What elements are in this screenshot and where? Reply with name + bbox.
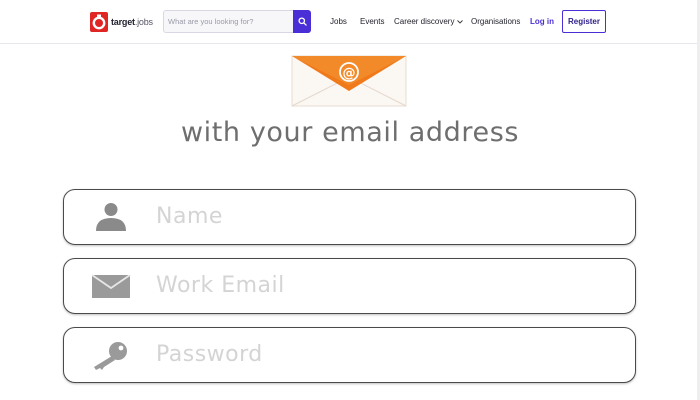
logo-text: target.jobs [111, 17, 153, 27]
envelope-at-symbol: @ [343, 66, 356, 81]
register-button[interactable]: Register [562, 10, 606, 33]
login-link[interactable]: Log in [530, 16, 554, 28]
work-email-input[interactable] [156, 259, 616, 312]
password-field[interactable] [63, 327, 636, 383]
logo-suffix: .jobs [134, 17, 153, 27]
chevron-down-icon [457, 16, 464, 28]
search-icon [297, 17, 307, 26]
logo-name: target [111, 17, 135, 27]
top-nav-bar: target.jobs Jobs Events Career discovery… [0, 0, 700, 44]
name-input[interactable] [156, 190, 616, 243]
nav-events-link[interactable]: Events [360, 16, 384, 28]
name-field[interactable] [63, 189, 636, 245]
signup-page: target.jobs Jobs Events Career discovery… [0, 0, 700, 400]
nav-career-label: Career discovery [394, 17, 455, 26]
search-input[interactable] [164, 11, 292, 32]
search-box [163, 10, 311, 33]
page-headline: with your email address [180, 117, 520, 148]
nav-organisations-link[interactable]: Organisations [471, 16, 520, 28]
search-button[interactable] [293, 10, 311, 33]
nav-career-discovery-menu[interactable]: Career discovery [394, 16, 464, 28]
target-logo-icon [90, 12, 108, 32]
envelope-icon: @ [291, 55, 407, 107]
work-email-field[interactable] [63, 258, 636, 314]
mail-icon [90, 271, 132, 301]
key-icon [90, 340, 132, 370]
nav-jobs-link[interactable]: Jobs [330, 16, 347, 28]
logo[interactable]: target.jobs [90, 11, 153, 33]
user-icon [90, 202, 132, 232]
password-input[interactable] [156, 328, 616, 381]
